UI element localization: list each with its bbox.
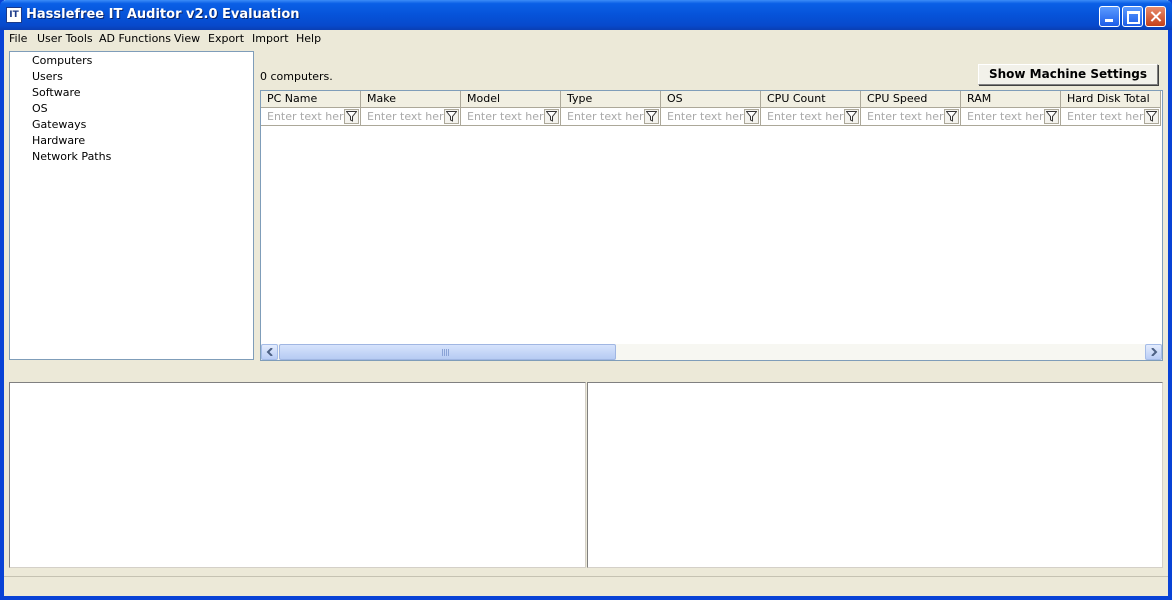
grid-header-row: PC Name Make Model Type OS CPU Count CPU… <box>261 91 1162 108</box>
maximize-button[interactable] <box>1122 6 1143 27</box>
filter-icon[interactable] <box>644 109 659 124</box>
menu-export[interactable]: Export <box>208 32 244 45</box>
title-bar[interactable]: IT Hasslefree IT Auditor v2.0 Evaluation <box>0 0 1172 30</box>
filter-cell-model <box>461 108 561 126</box>
details-pane-right[interactable] <box>587 382 1163 568</box>
filter-input-type[interactable] <box>563 109 647 123</box>
menu-view[interactable]: View <box>174 32 200 45</box>
filter-input-cpu-speed[interactable] <box>863 109 947 123</box>
chevron-right-icon <box>1151 348 1158 356</box>
scroll-thumb[interactable] <box>279 344 616 360</box>
filter-input-os[interactable] <box>663 109 747 123</box>
filter-input-pc-name[interactable] <box>263 109 347 123</box>
filter-cell-cpu-speed <box>861 108 961 126</box>
grip-icon <box>442 349 450 356</box>
filter-icon[interactable] <box>1044 109 1059 124</box>
column-header-hard-disk-total[interactable]: Hard Disk Total <box>1061 91 1161 108</box>
computers-grid[interactable]: PC Name Make Model Type OS CPU Count CPU… <box>260 90 1163 361</box>
filter-cell-make <box>361 108 461 126</box>
status-bar <box>4 576 1168 596</box>
filter-icon[interactable] <box>544 109 559 124</box>
menu-import[interactable]: Import <box>252 32 289 45</box>
filter-icon[interactable] <box>944 109 959 124</box>
tree-item-os[interactable]: OS <box>32 102 48 115</box>
filter-icon[interactable] <box>444 109 459 124</box>
filter-cell-hard-disk-total <box>1061 108 1161 126</box>
tree-item-hardware[interactable]: Hardware <box>32 134 85 147</box>
column-header-type[interactable]: Type <box>561 91 661 108</box>
tree-item-gateways[interactable]: Gateways <box>32 118 86 131</box>
scroll-left-button[interactable] <box>261 344 278 360</box>
tree-item-software[interactable]: Software <box>32 86 81 99</box>
navigation-tree[interactable]: Computers Users Software OS Gateways Har… <box>9 51 254 360</box>
filter-input-make[interactable] <box>363 109 447 123</box>
grid-filter-row <box>261 108 1162 126</box>
tree-item-network-paths[interactable]: Network Paths <box>32 150 111 163</box>
filter-cell-pc-name <box>261 108 361 126</box>
horizontal-scrollbar[interactable] <box>261 344 1162 360</box>
column-header-pc-name[interactable]: PC Name <box>261 91 361 108</box>
menu-user-tools[interactable]: User Tools <box>37 32 93 45</box>
app-icon: IT <box>6 7 22 23</box>
menu-ad-functions[interactable]: AD Functions <box>99 32 171 45</box>
menu-bar: File User Tools AD Functions View Export… <box>4 30 1168 48</box>
filter-icon[interactable] <box>344 109 359 124</box>
filter-icon[interactable] <box>1144 109 1159 124</box>
chevron-left-icon <box>266 348 273 356</box>
filter-cell-type <box>561 108 661 126</box>
menu-file[interactable]: File <box>9 32 27 45</box>
column-header-model[interactable]: Model <box>461 91 561 108</box>
filter-input-hard-disk-total[interactable] <box>1063 109 1147 123</box>
column-header-make[interactable]: Make <box>361 91 461 108</box>
main-window: IT Hasslefree IT Auditor v2.0 Evaluation… <box>0 0 1172 600</box>
column-header-cpu-count[interactable]: CPU Count <box>761 91 861 108</box>
window-title: Hasslefree IT Auditor v2.0 Evaluation <box>26 7 300 22</box>
close-button[interactable] <box>1145 6 1166 27</box>
minimize-button[interactable] <box>1099 6 1120 27</box>
menu-help[interactable]: Help <box>296 32 321 45</box>
filter-input-model[interactable] <box>463 109 547 123</box>
filter-cell-os <box>661 108 761 126</box>
tree-item-users[interactable]: Users <box>32 70 63 83</box>
details-pane-left[interactable] <box>9 382 586 568</box>
scroll-right-button[interactable] <box>1145 344 1162 360</box>
column-header-ram[interactable]: RAM <box>961 91 1061 108</box>
tree-item-computers[interactable]: Computers <box>32 54 92 67</box>
filter-input-cpu-count[interactable] <box>763 109 847 123</box>
column-header-cpu-speed[interactable]: CPU Speed <box>861 91 961 108</box>
filter-icon[interactable] <box>844 109 859 124</box>
filter-cell-cpu-count <box>761 108 861 126</box>
computer-count-label: 0 computers. <box>260 70 333 83</box>
show-machine-settings-button[interactable]: Show Machine Settings <box>978 64 1158 85</box>
filter-icon[interactable] <box>744 109 759 124</box>
column-header-os[interactable]: OS <box>661 91 761 108</box>
filter-cell-ram <box>961 108 1061 126</box>
filter-input-ram[interactable] <box>963 109 1047 123</box>
